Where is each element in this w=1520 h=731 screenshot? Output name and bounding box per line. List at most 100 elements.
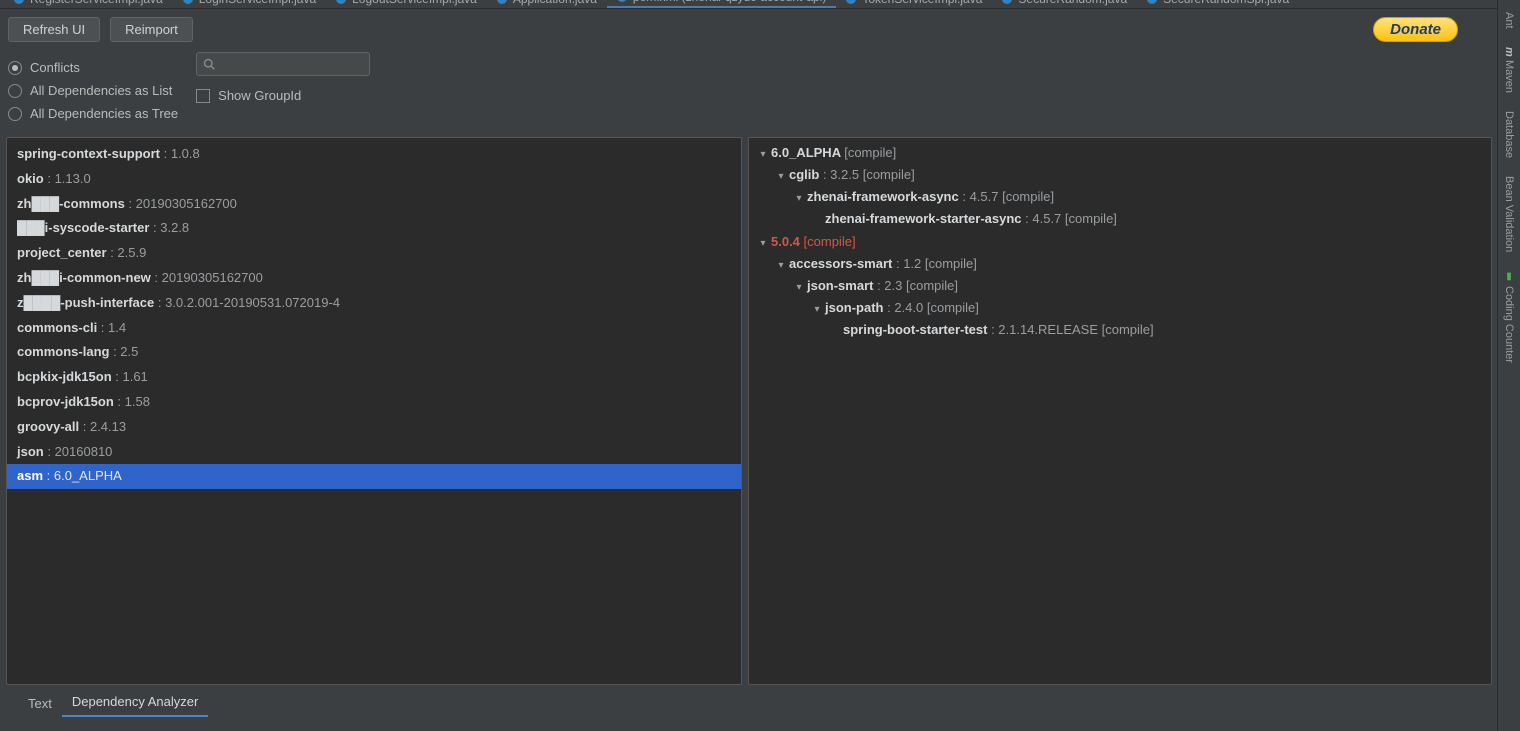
editor-tab[interactable]: Application.java	[487, 0, 607, 8]
dependency-name: asm	[17, 468, 43, 483]
dependency-version: : 2.5.9	[107, 245, 147, 260]
dependency-row[interactable]: asm : 6.0_ALPHA	[7, 464, 741, 489]
radio-conflicts[interactable]: Conflicts	[8, 60, 178, 75]
editor-tab[interactable]: SecureRandom.java	[992, 0, 1137, 8]
reimport-button[interactable]: Reimport	[110, 17, 193, 42]
tree-row[interactable]: ▾5.0.4 [compile]	[757, 231, 1491, 253]
dependency-version: : 20160810	[44, 444, 113, 459]
tree-node-detail: : 2.3 [compile]	[873, 278, 958, 293]
tree-row[interactable]: ▾json-smart : 2.3 [compile]	[757, 275, 1491, 297]
chevron-down-icon[interactable]: ▾	[793, 191, 805, 207]
dependency-row[interactable]: spring-context-support : 1.0.8	[7, 142, 741, 167]
radio-conflicts-label: Conflicts	[30, 60, 80, 75]
dependency-row[interactable]: okio : 1.13.0	[7, 167, 741, 192]
dependency-row[interactable]: groovy-all : 2.4.13	[7, 415, 741, 440]
dependency-version: : 6.0_ALPHA	[43, 468, 122, 483]
tree-node-detail: : 3.2.5 [compile]	[819, 167, 914, 182]
bottom-tabs: Text Dependency Analyzer	[0, 689, 1498, 717]
donate-button[interactable]: Donate	[1373, 17, 1458, 42]
checkbox-show-groupid-label: Show GroupId	[218, 88, 301, 103]
radio-all-tree-label: All Dependencies as Tree	[30, 106, 178, 121]
tree-row[interactable]: zhenai-framework-starter-async : 4.5.7 […	[757, 208, 1491, 230]
search-input[interactable]	[196, 52, 370, 76]
editor-tab[interactable]: LogoutServiceImpl.java	[326, 0, 487, 8]
tree-row[interactable]: ▾6.0_ALPHA [compile]	[757, 142, 1491, 164]
tree-row[interactable]: ▾zhenai-framework-async : 4.5.7 [compile…	[757, 186, 1491, 208]
tree-node-name: 5.0.4	[771, 234, 804, 249]
tree-row[interactable]: ▾accessors-smart : 1.2 [compile]	[757, 253, 1491, 275]
rail-bean-validation[interactable]: Bean Validation	[1503, 176, 1515, 252]
dependency-row[interactable]: commons-lang : 2.5	[7, 340, 741, 365]
chevron-down-icon[interactable]: ▾	[775, 258, 787, 274]
tree-node-detail: : 4.5.7 [compile]	[1022, 211, 1117, 226]
dependency-version: : 1.58	[114, 394, 150, 409]
editor-tab-label: TokenServiceImpl.java	[862, 0, 982, 6]
toolbar: Refresh UI Reimport Donate	[0, 9, 1498, 46]
tree-node-detail: : 2.4.0 [compile]	[884, 300, 979, 315]
editor-tab[interactable]: TokenServiceImpl.java	[836, 0, 992, 8]
tree-node-detail: : 4.5.7 [compile]	[959, 189, 1054, 204]
dependency-row[interactable]: ███i-syscode-starter : 3.2.8	[7, 216, 741, 241]
radio-all-list[interactable]: All Dependencies as List	[8, 83, 178, 98]
tree-node-detail: : 1.2 [compile]	[892, 256, 977, 271]
refresh-ui-button[interactable]: Refresh UI	[8, 17, 100, 42]
dependency-row[interactable]: bcprov-jdk15on : 1.58	[7, 390, 741, 415]
dependency-row[interactable]: commons-cli : 1.4	[7, 316, 741, 341]
editor-tab[interactable]: SecureRandomSpi.java	[1137, 0, 1299, 8]
dependency-name: okio	[17, 171, 44, 186]
dependency-version: : 1.13.0	[44, 171, 91, 186]
tab-dependency-analyzer[interactable]: Dependency Analyzer	[62, 690, 208, 717]
dependency-tree-panel[interactable]: ▾6.0_ALPHA [compile]▾cglib : 3.2.5 [comp…	[748, 137, 1492, 685]
rail-database[interactable]: Database	[1503, 111, 1515, 158]
file-icon	[14, 0, 24, 4]
editor-tab[interactable]: LoginServiceImpl.java	[173, 0, 326, 8]
tree-row[interactable]: ▾json-path : 2.4.0 [compile]	[757, 297, 1491, 319]
file-icon	[1002, 0, 1012, 4]
dependency-row[interactable]: zh███-commons : 20190305162700	[7, 192, 741, 217]
editor-tab-label: Application.java	[513, 0, 597, 6]
dependency-name: ███i-syscode-starter	[17, 220, 149, 235]
chevron-down-icon[interactable]: ▾	[793, 280, 805, 296]
dependency-name: spring-context-support	[17, 146, 160, 161]
tree-row[interactable]: ▾cglib : 3.2.5 [compile]	[757, 164, 1491, 186]
file-icon	[497, 0, 507, 4]
dependency-row[interactable]: project_center : 2.5.9	[7, 241, 741, 266]
editor-tabs-bar: RegisterServiceImpl.javaLoginServiceImpl…	[0, 0, 1498, 9]
dependency-name: bcpkix-jdk15on	[17, 369, 112, 384]
radio-all-tree[interactable]: All Dependencies as Tree	[8, 106, 178, 121]
tree-node-detail: [compile]	[844, 145, 896, 160]
chevron-down-icon[interactable]: ▾	[775, 169, 787, 185]
dependency-name: json	[17, 444, 44, 459]
dependency-list-panel[interactable]: spring-context-support : 1.0.8okio : 1.1…	[6, 137, 742, 685]
dependency-row[interactable]: z████-push-interface : 3.0.2.001-2019053…	[7, 291, 741, 316]
tree-node-name: 6.0_ALPHA	[771, 145, 844, 160]
file-icon	[846, 0, 856, 4]
dependency-name: commons-lang	[17, 344, 109, 359]
dependency-name: z████-push-interface	[17, 295, 154, 310]
editor-tab[interactable]: RegisterServiceImpl.java	[4, 0, 173, 8]
dependency-version: : 1.0.8	[160, 146, 200, 161]
dependency-name: zh███i-common-new	[17, 270, 151, 285]
dependency-row[interactable]: zh███i-common-new : 20190305162700	[7, 266, 741, 291]
tree-row[interactable]: spring-boot-starter-test : 2.1.14.RELEAS…	[757, 319, 1491, 341]
editor-tab-label: LogoutServiceImpl.java	[352, 0, 477, 6]
dependency-version: : 20190305162700	[125, 196, 237, 211]
right-tool-rail: Ant mMaven Database Bean Validation ▮Cod…	[1497, 0, 1520, 731]
dependency-row[interactable]: bcpkix-jdk15on : 1.61	[7, 365, 741, 390]
editor-tab-label: SecureRandom.java	[1018, 0, 1127, 6]
checkbox-show-groupid[interactable]: Show GroupId	[196, 88, 370, 103]
panels: spring-context-support : 1.0.8okio : 1.1…	[0, 135, 1498, 685]
tab-text[interactable]: Text	[18, 692, 62, 717]
dependency-name: commons-cli	[17, 320, 97, 335]
chevron-down-icon[interactable]: ▾	[811, 302, 823, 318]
dependency-row[interactable]: json : 20160810	[7, 440, 741, 465]
rail-ant[interactable]: Ant	[1503, 12, 1515, 29]
rail-coding-counter[interactable]: ▮Coding Counter	[1503, 271, 1515, 363]
tree-node-name: zhenai-framework-async	[807, 189, 959, 204]
chevron-down-icon[interactable]: ▾	[757, 236, 769, 252]
editor-tab[interactable]: pom.xml (zhenai-qzydc-account-api)	[607, 0, 836, 8]
rail-maven[interactable]: mMaven	[1503, 47, 1515, 94]
tree-node-name: accessors-smart	[789, 256, 892, 271]
tree-node-name: cglib	[789, 167, 819, 182]
chevron-down-icon[interactable]: ▾	[757, 147, 769, 163]
